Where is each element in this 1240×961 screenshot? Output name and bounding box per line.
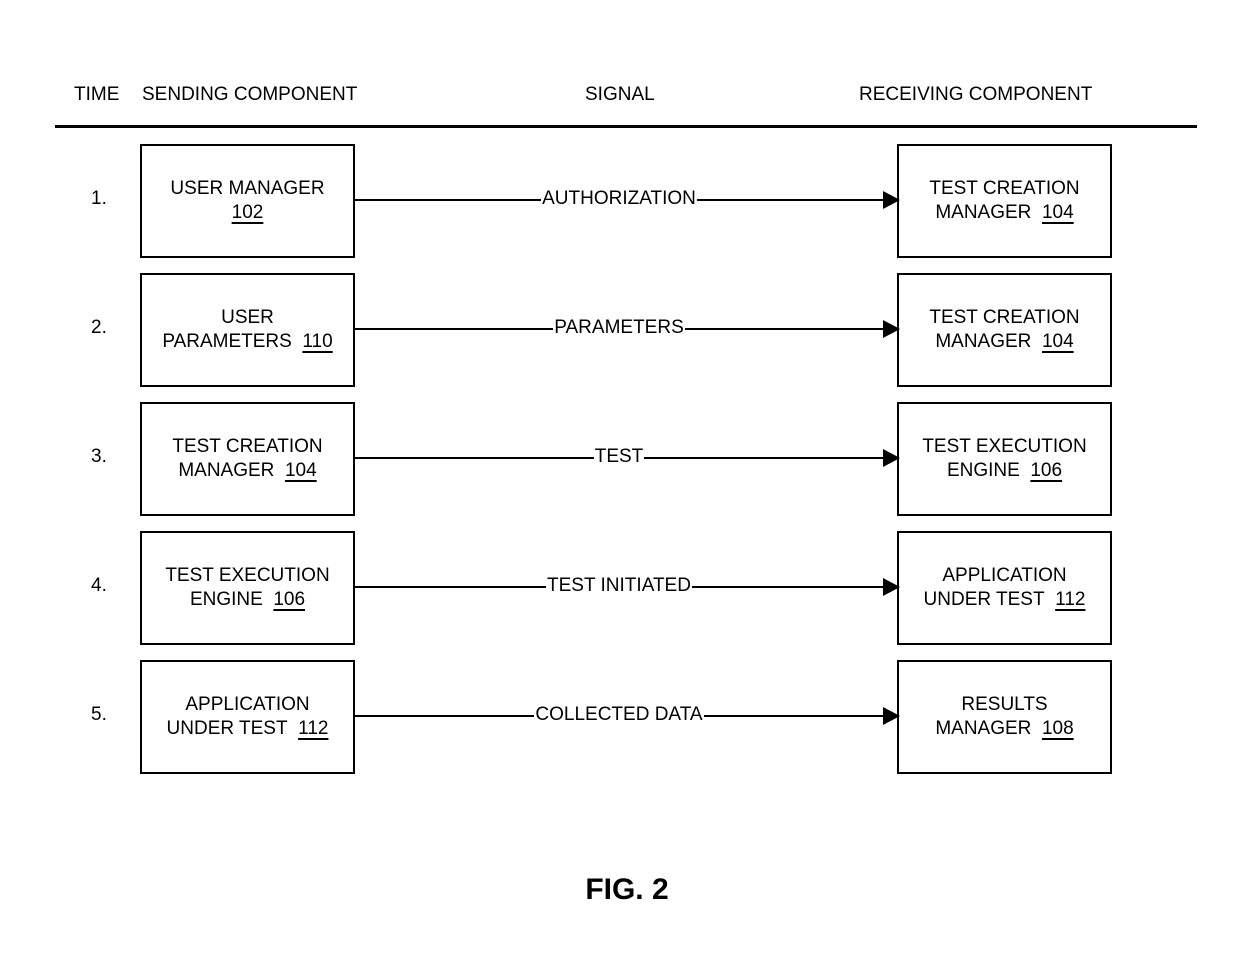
- reference-numeral: 104: [284, 460, 317, 481]
- component-name-text: RESULTS: [961, 694, 1048, 715]
- receiving-component-box: APPLICATION UNDER TEST 112: [897, 531, 1112, 645]
- component-name-text: MANAGER: [178, 460, 275, 481]
- component-name-line: USER: [221, 306, 274, 330]
- figure-label: FIG. 2: [585, 873, 669, 906]
- component-name-line: MANAGER 104: [178, 459, 316, 483]
- component-name-line: UNDER TEST 112: [167, 717, 329, 741]
- component-name-text: APPLICATION: [185, 694, 310, 715]
- component-name-text: PARAMETERS: [162, 331, 292, 352]
- component-name-line: APPLICATION: [942, 564, 1066, 588]
- component-name-line: ENGINE 106: [947, 459, 1062, 483]
- component-name-text: USER: [221, 307, 274, 328]
- component-name-line: MANAGER 108: [935, 717, 1073, 741]
- component-name-line: MANAGER 104: [935, 201, 1073, 225]
- sending-component-box: TEST EXECUTION ENGINE 106: [140, 531, 355, 645]
- receiving-component-box: RESULTS MANAGER 108: [897, 660, 1112, 774]
- component-name-line: TEST EXECUTION: [165, 564, 329, 588]
- header-receiving-component: RECEIVING COMPONENT: [859, 84, 1093, 105]
- sending-component-box: USER MANAGER 102: [140, 144, 355, 258]
- reference-numeral: 106: [273, 589, 306, 610]
- reference-numeral: 112: [1055, 589, 1086, 610]
- reference-numeral: 104: [1041, 331, 1074, 352]
- component-name-text: TEST EXECUTION: [165, 565, 330, 586]
- component-name-line: USER MANAGER: [170, 177, 324, 201]
- signal-text: COLLECTED DATA: [534, 704, 704, 725]
- receiving-component-box: TEST CREATION MANAGER 104: [897, 273, 1112, 387]
- reference-numeral: 106: [1030, 460, 1063, 481]
- component-name-text: MANAGER: [935, 202, 1032, 223]
- component-name-line: TEST CREATION: [929, 177, 1079, 201]
- signal-text: PARAMETERS: [553, 317, 685, 338]
- component-name-line: TEST CREATION: [929, 306, 1079, 330]
- signal-label: COLLECTED DATA: [354, 703, 884, 727]
- component-name-line: TEST CREATION: [172, 435, 322, 459]
- component-name-line: APPLICATION: [185, 693, 309, 717]
- component-name-text: UNDER TEST: [923, 589, 1045, 610]
- sequence-row: 4. TEST EXECUTION ENGINE 106 TEST INITIATED…: [0, 531, 1240, 645]
- component-name-line: MANAGER 104: [935, 330, 1073, 354]
- signal-label: PARAMETERS: [354, 316, 884, 340]
- component-name-line: PARAMETERS 110: [162, 330, 332, 354]
- component-name-line: 102: [232, 201, 264, 225]
- component-name-text: UNDER TEST: [166, 718, 288, 739]
- component-name-text: ENGINE: [189, 589, 263, 610]
- component-name-text: MANAGER: [935, 331, 1032, 352]
- time-step-label: 2.: [91, 317, 107, 338]
- time-step-label: 5.: [91, 704, 107, 725]
- signal-label: TEST INITIATED: [354, 574, 884, 598]
- header-sending-component: SENDING COMPONENT: [142, 84, 358, 105]
- header-signal: SIGNAL: [585, 84, 655, 105]
- component-name-text: TEST EXECUTION: [922, 436, 1087, 457]
- component-name-text: APPLICATION: [942, 565, 1067, 586]
- sequence-row: 3. TEST CREATION MANAGER 104 TEST TEST EXECU…: [0, 402, 1240, 516]
- time-step-label: 3.: [91, 446, 107, 467]
- header-time: TIME: [74, 84, 120, 105]
- signal-label: TEST: [354, 445, 884, 469]
- component-name-text: ENGINE: [946, 460, 1020, 481]
- component-name-text: USER MANAGER: [170, 178, 325, 199]
- component-name-line: RESULTS: [961, 693, 1047, 717]
- component-name-line: TEST EXECUTION: [922, 435, 1086, 459]
- signal-text: TEST INITIATED: [546, 575, 692, 596]
- sequence-row: 2. USER PARAMETERS 110 PARAMETERS TEST CREAT…: [0, 273, 1240, 387]
- reference-numeral: 112: [298, 718, 329, 739]
- component-name-line: UNDER TEST 112: [924, 588, 1086, 612]
- time-step-label: 1.: [91, 188, 107, 209]
- sending-component-box: USER PARAMETERS 110: [140, 273, 355, 387]
- sending-component-box: TEST CREATION MANAGER 104: [140, 402, 355, 516]
- time-step-label: 4.: [91, 575, 107, 596]
- receiving-component-box: TEST CREATION MANAGER 104: [897, 144, 1112, 258]
- sending-component-box: APPLICATION UNDER TEST 112: [140, 660, 355, 774]
- component-name-text: TEST CREATION: [929, 307, 1080, 328]
- reference-numeral: 104: [1041, 202, 1074, 223]
- component-name-text: TEST CREATION: [929, 178, 1080, 199]
- component-name-text: TEST CREATION: [172, 436, 323, 457]
- component-name-text: MANAGER: [935, 718, 1032, 739]
- component-name-line: ENGINE 106: [190, 588, 305, 612]
- signal-text: TEST: [593, 446, 645, 467]
- reference-numeral: 102: [231, 202, 264, 223]
- sequence-row: 5. APPLICATION UNDER TEST 112 COLLECTED DAT…: [0, 660, 1240, 774]
- sequence-row: 1. USER MANAGER 102 AUTHORIZATION TEST CREAT…: [0, 144, 1240, 258]
- receiving-component-box: TEST EXECUTION ENGINE 106: [897, 402, 1112, 516]
- signal-text: AUTHORIZATION: [541, 188, 697, 209]
- reference-numeral: 108: [1041, 718, 1074, 739]
- signal-label: AUTHORIZATION: [354, 187, 884, 211]
- reference-numeral: 110: [302, 331, 333, 352]
- header-divider: [55, 125, 1197, 128]
